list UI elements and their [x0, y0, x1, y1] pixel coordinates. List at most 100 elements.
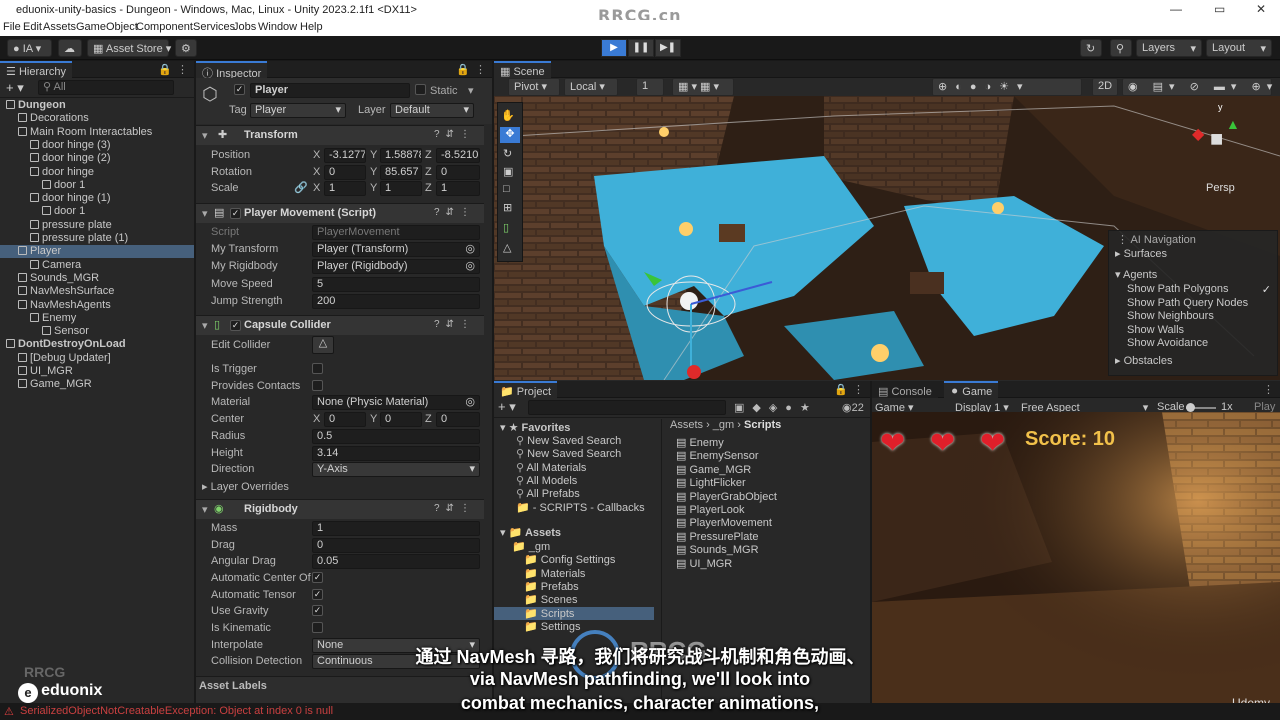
nav-option[interactable]: Show Neighbours — [1127, 310, 1277, 323]
is-kinematic-checkbox[interactable] — [312, 622, 323, 633]
cloud-icon[interactable]: ☁ — [58, 39, 82, 57]
orientation-gizmo[interactable]: y ◆ ▲ ■ Persp — [1186, 102, 1266, 194]
hierarchy-item[interactable]: Dungeon — [0, 99, 194, 112]
component-header-icons[interactable]: ?⇵⋮ — [434, 129, 476, 140]
more-menu-icon[interactable]: ⋮ — [1263, 383, 1274, 396]
hierarchy-item[interactable]: door hinge — [0, 166, 194, 179]
my-transform-field[interactable]: Player (Transform) ◎ — [312, 242, 480, 257]
hierarchy-item[interactable]: UI_MGR — [0, 365, 194, 378]
script-file-item[interactable]: ▤ Enemy — [676, 436, 724, 449]
hierarchy-item[interactable]: pressure plate (1) — [0, 232, 194, 245]
pivot-dropdown[interactable]: Pivot ▾ — [508, 78, 560, 96]
auto-tensor-checkbox[interactable]: ✓ — [312, 589, 323, 600]
my-rigidbody-field[interactable]: Player (Rigidbody) ◎ — [312, 259, 480, 274]
direction-dropdown[interactable]: Y-Axis ▾ — [312, 462, 480, 477]
position-y-field[interactable]: 1.58878 — [380, 148, 422, 163]
is-trigger-checkbox[interactable] — [312, 363, 323, 374]
lock-icon[interactable]: 🔒 — [456, 63, 470, 76]
provides-contacts-checkbox[interactable] — [312, 380, 323, 391]
menu-gameobject[interactable]: GameObject — [76, 21, 138, 33]
scale-tool-icon[interactable]: ▣ — [503, 165, 513, 178]
tab-inspector[interactable]: ⓘ Inspector — [196, 61, 268, 80]
hierarchy-item[interactable]: NavMeshAgents — [0, 299, 194, 312]
active-checkbox[interactable]: ✓ — [234, 84, 245, 95]
nav-option[interactable]: Show Path Polygons ✓ — [1127, 283, 1277, 296]
grid-snap-dropdown[interactable]: ▦ ▾ ▦ ▾ — [672, 78, 734, 96]
script-file-item[interactable]: ▤ PlayerLook — [676, 503, 745, 516]
hidden-packages-count[interactable]: ◉22 — [842, 401, 864, 414]
angular-drag-field[interactable]: 0.05 — [312, 554, 480, 569]
hierarchy-item[interactable]: door hinge (3) — [0, 139, 194, 152]
center-y-field[interactable]: 0 — [380, 412, 422, 427]
obstacles-foldout[interactable]: ▸ Obstacles — [1115, 354, 1173, 367]
scale-y-field[interactable]: 1 — [380, 181, 422, 196]
position-x-field[interactable]: -3.1277 — [324, 148, 366, 163]
account-button[interactable]: ● IA ▾ — [7, 39, 52, 57]
enable-checkbox[interactable]: ✓ — [230, 208, 241, 219]
favorite-item[interactable]: ⚲ All Models — [516, 474, 577, 487]
pause-button[interactable]: ❚❚ — [628, 39, 654, 57]
lock-icon[interactable]: 🔒 — [158, 63, 172, 76]
create-icon[interactable]: + ▾ — [498, 399, 516, 415]
tab-hierarchy[interactable]: ☰ Hierarchy — [0, 61, 73, 78]
layers-dropdown[interactable]: Layers ▾ — [1136, 39, 1202, 57]
menu-assets[interactable]: Assets — [43, 21, 76, 33]
move-tool-icon[interactable]: ✥ — [500, 127, 520, 143]
collider-tool-icon[interactable]: ▯ — [503, 221, 509, 234]
static-checkbox[interactable] — [415, 84, 426, 95]
jump-strength-field[interactable]: 200 — [312, 294, 480, 309]
favorite-item[interactable]: ⚲ All Prefabs — [516, 487, 580, 500]
script-file-item[interactable]: ▤ PlayerMovement — [676, 516, 772, 529]
folder-item[interactable]: 📁 Scripts — [494, 606, 654, 620]
layer-dropdown[interactable]: Default ▾ — [390, 103, 474, 118]
folder-item[interactable]: 📁 _gm — [494, 540, 654, 553]
script-file-item[interactable]: ▤ Game_MGR — [676, 463, 751, 476]
nav-option-checkbox[interactable]: ✓ — [1262, 283, 1271, 296]
script-file-item[interactable]: ▤ PressurePlate — [676, 530, 759, 543]
search-icon[interactable]: ⚲ — [1110, 39, 1132, 57]
close-icon[interactable]: ✕ — [1256, 2, 1266, 16]
rect-tool-icon[interactable]: □ — [503, 183, 510, 195]
hierarchy-item[interactable]: Decorations — [0, 112, 194, 125]
radius-field[interactable]: 0.5 — [312, 429, 480, 444]
rotate-tool-icon[interactable]: ↻ — [503, 147, 512, 160]
player-movement-component-header[interactable]: ▾ ▤ ✓ Player Movement (Script) ?⇵⋮ — [196, 203, 484, 223]
script-file-item[interactable]: ▤ EnemySensor — [676, 449, 759, 462]
more-menu-icon[interactable]: ⋮ — [475, 63, 486, 76]
use-gravity-checkbox[interactable]: ✓ — [312, 605, 323, 616]
menu-help[interactable]: Help — [300, 21, 323, 33]
static-dropdown-icon[interactable]: ▾ — [468, 84, 474, 97]
assets-header[interactable]: ▾ 📁 Assets — [500, 526, 561, 539]
more-menu-icon[interactable]: ⋮ — [853, 383, 864, 396]
menu-component[interactable]: Component — [136, 21, 193, 33]
nav-option[interactable]: Show Avoidance — [1127, 337, 1277, 350]
center-z-field[interactable]: 0 — [436, 412, 480, 427]
enable-checkbox[interactable]: ✓ — [230, 320, 241, 331]
tab-project[interactable]: 📁 Project — [494, 381, 558, 398]
menu-file[interactable]: File — [3, 21, 21, 33]
rotation-z-field[interactable]: 0 — [436, 165, 480, 180]
link-icon[interactable]: 🔗 — [294, 181, 308, 194]
folder-item[interactable]: 📁 Config Settings — [494, 553, 654, 566]
scale-z-field[interactable]: 1 — [436, 181, 480, 196]
hierarchy-search-input[interactable]: ⚲ All — [38, 80, 174, 95]
menu-jobs[interactable]: Jobs — [233, 21, 256, 33]
position-z-field[interactable]: -8.5210 — [436, 148, 480, 163]
minimize-icon[interactable]: — — [1170, 2, 1182, 16]
tab-console[interactable]: ▤ Console — [872, 381, 938, 398]
filter-icons[interactable]: ▣◆◈●★ — [734, 401, 818, 414]
hierarchy-item[interactable]: [Debug Updater] — [0, 352, 194, 365]
foldout-arrow-icon[interactable]: ▾ — [202, 503, 208, 516]
height-field[interactable]: 3.14 — [312, 446, 480, 461]
component-header-icons[interactable]: ?⇵⋮ — [434, 503, 476, 514]
project-search-input[interactable] — [528, 400, 726, 415]
maximize-icon[interactable]: ▭ — [1214, 2, 1225, 16]
tab-game[interactable]: ⚫ Game — [944, 381, 999, 398]
grid-snap-field[interactable]: 1 — [636, 78, 664, 96]
hand-tool-icon[interactable]: ✋ — [501, 109, 515, 122]
material-field[interactable]: None (Physic Material) ◎ — [312, 395, 480, 410]
gizmo-icons[interactable]: ◉ ▤▾ ⊘ ▬▾ ⊕▾ — [1122, 78, 1272, 96]
render-mode-icons[interactable]: ⊕◐●◑☀▾ — [932, 78, 1082, 96]
script-file-item[interactable]: ▤ UI_MGR — [676, 557, 732, 570]
script-file-item[interactable]: ▤ LightFlicker — [676, 476, 746, 489]
